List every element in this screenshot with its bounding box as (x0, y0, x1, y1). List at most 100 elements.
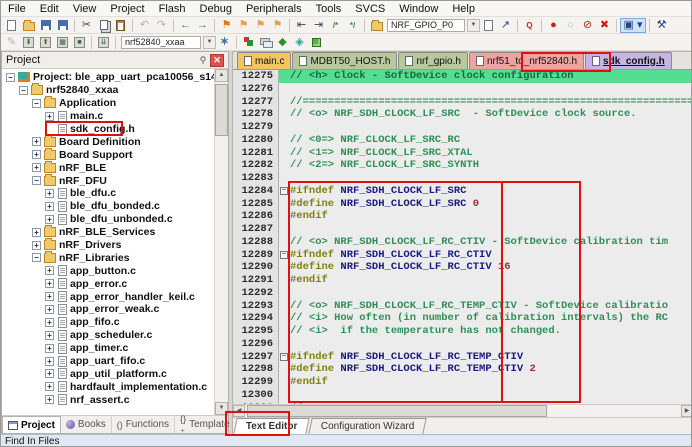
clear-bookmarks-button[interactable]: ⚑ (269, 18, 286, 33)
collapse-icon[interactable]: − (32, 253, 41, 262)
copy-button[interactable] (95, 18, 112, 33)
menu-project[interactable]: Project (103, 1, 151, 17)
line-number[interactable]: 12280 (233, 134, 279, 147)
target-select-combo[interactable]: nrf52840_xxaa (121, 36, 201, 49)
code-line-12287[interactable]: 12287 (233, 223, 692, 236)
code-line-12297[interactable]: 12297−#ifndef NRF_SDH_CLOCK_LF_RC_TEMP_C… (233, 351, 692, 364)
navigate-back-button[interactable]: ← (177, 18, 194, 33)
tree-item-project-ble-app-uart-pca10056-s140[interactable]: −Project: ble_app_uart_pca10056_s140 (2, 71, 214, 84)
editor-mode-tab-configuration-wizard[interactable]: Configuration Wizard (309, 418, 428, 434)
find-in-files-dialog-button[interactable]: Q (521, 18, 538, 33)
editor-tab-mdbt50-host-h[interactable]: MDBT50_HOST.h (292, 52, 397, 69)
find-in-files-button[interactable] (368, 18, 385, 33)
code-line-12292[interactable]: 12292 (233, 287, 692, 300)
collapse-icon[interactable]: − (32, 99, 41, 108)
code-line-12285[interactable]: 12285#define NRF_SDH_CLOCK_LF_SRC 0 (233, 198, 692, 211)
tree-item-nrf-libraries[interactable]: −nRF_Libraries (2, 251, 214, 264)
tree-item-main-c[interactable]: +main.c (2, 110, 214, 123)
kill-all-breakpoints-button[interactable]: ✖ (596, 18, 613, 33)
line-number[interactable]: 12281 (233, 147, 279, 160)
expand-icon[interactable]: + (32, 150, 41, 159)
unindent-button[interactable]: ⇤ (293, 18, 310, 33)
expand-icon[interactable]: + (45, 215, 54, 224)
code-line-12289[interactable]: 12289−#ifndef NRF_SDH_CLOCK_LF_RC_CTIV (233, 249, 692, 262)
fold-collapse-icon[interactable]: − (280, 353, 288, 361)
next-bookmark-button[interactable]: ⚑ (252, 18, 269, 33)
tree-item-app-timer-c[interactable]: +app_timer.c (2, 342, 214, 355)
tree-item-ble-dfu-c[interactable]: +ble_dfu.c (2, 187, 214, 200)
line-number[interactable]: 12295 (233, 325, 279, 338)
fold-collapse-icon[interactable]: − (280, 251, 288, 259)
tree-item-nrf-assert-c[interactable]: +nrf_assert.c (2, 393, 214, 406)
code-line-12275[interactable]: 12275// <h> Clock - SoftDevice clock con… (233, 70, 692, 83)
tree-item-app-scheduler-c[interactable]: +app_scheduler.c (2, 329, 214, 342)
build-button[interactable]: ⬇ (20, 35, 37, 50)
expand-icon[interactable]: + (32, 163, 41, 172)
line-number[interactable]: 12279 (233, 121, 279, 134)
code-line-12290[interactable]: 12290#define NRF_SDH_CLOCK_LF_RC_CTIV 16 (233, 261, 692, 274)
indent-button[interactable]: ⇥ (310, 18, 327, 33)
menu-edit[interactable]: Edit (33, 1, 66, 17)
panel-tab-books[interactable]: Books (61, 416, 112, 433)
collapse-icon[interactable]: − (32, 176, 41, 185)
code-line-12280[interactable]: 12280// <0=> NRF_CLOCK_LF_SRC_RC (233, 134, 692, 147)
paste-button[interactable] (112, 18, 129, 33)
project-tree-scrollbar[interactable]: ▲ ▼ (214, 69, 228, 415)
cut-button[interactable]: ✂ (78, 18, 95, 33)
line-number[interactable]: 12291 (233, 274, 279, 287)
search-document-button[interactable] (480, 18, 497, 33)
line-number[interactable]: 12283 (233, 172, 279, 185)
expand-icon[interactable]: + (32, 137, 41, 146)
line-number[interactable]: 12294 (233, 312, 279, 325)
menu-svcs[interactable]: SVCS (348, 1, 392, 17)
menu-help[interactable]: Help (445, 1, 482, 17)
code-line-12296[interactable]: 12296 (233, 338, 692, 351)
redo-button[interactable]: ↷ (153, 18, 170, 33)
line-number[interactable]: 12292 (233, 287, 279, 300)
code-line-12284[interactable]: 12284−#ifndef NRF_SDH_CLOCK_LF_SRC (233, 185, 692, 198)
code-line-12299[interactable]: 12299#endif (233, 376, 692, 389)
editor-tab-nrf51-to-nrf52840-h[interactable]: nrf51_to_nrf52840.h (469, 52, 584, 69)
previous-bookmark-button[interactable]: ⚑ (235, 18, 252, 33)
code-line-12291[interactable]: 12291#endif (233, 274, 692, 287)
uncomment-selection-button[interactable]: */ (344, 18, 361, 33)
undo-button[interactable]: ↶ (136, 18, 153, 33)
line-number[interactable]: 12284 (233, 185, 279, 198)
tree-item-nrf-ble[interactable]: +nRF_BLE (2, 161, 214, 174)
fold-collapse-icon[interactable]: − (280, 187, 288, 195)
expand-icon[interactable]: + (45, 382, 54, 391)
menu-view[interactable]: View (66, 1, 104, 17)
line-number[interactable]: 12287 (233, 223, 279, 236)
tree-item-sdk-config-h[interactable]: −sdk_config.h (2, 123, 214, 136)
expand-icon[interactable]: + (45, 357, 54, 366)
pin-icon[interactable]: ⚲ (196, 54, 210, 67)
editor-tab-nrf-gpio-h[interactable]: nrf_gpio.h (398, 52, 467, 69)
tree-item-application[interactable]: −Application (2, 97, 214, 110)
line-number[interactable]: 12300 (233, 389, 279, 402)
menu-peripherals[interactable]: Peripherals (239, 1, 309, 17)
batch-build-button[interactable]: ▦ (54, 35, 71, 50)
open-file-button[interactable] (20, 18, 37, 33)
editor-horizontal-scrollbar[interactable]: ◀ ▶ (233, 404, 692, 417)
code-line-12294[interactable]: 12294// <i> How often (in number of cali… (233, 312, 692, 325)
save-all-button[interactable] (54, 18, 71, 33)
code-line-12288[interactable]: 12288// <o> NRF_SDH_CLOCK_LF_RC_CTIV - S… (233, 236, 692, 249)
line-number[interactable]: 12285 (233, 198, 279, 211)
comment-selection-button[interactable]: /* (327, 18, 344, 33)
pack-installer-button[interactable] (308, 35, 325, 50)
code-line-12283[interactable]: 12283 (233, 172, 692, 185)
navigate-forward-button[interactable]: → (194, 18, 211, 33)
tree-item-nrf-ble-services[interactable]: +nRF_BLE_Services (2, 226, 214, 239)
disable-all-breakpoints-button[interactable]: ⊘ (579, 18, 596, 33)
expand-icon[interactable]: + (32, 228, 41, 237)
tree-item-app-button-c[interactable]: +app_button.c (2, 264, 214, 277)
code-line-12282[interactable]: 12282// <2=> NRF_CLOCK_LF_SRC_SYNTH (233, 159, 692, 172)
tree-item-app-error-weak-c[interactable]: +app_error_weak.c (2, 303, 214, 316)
menu-debug[interactable]: Debug (193, 1, 239, 17)
expand-icon[interactable]: + (45, 292, 54, 301)
line-number[interactable]: 12286 (233, 210, 279, 223)
stop-build-button[interactable]: ■ (71, 35, 88, 50)
menu-file[interactable]: File (1, 1, 33, 17)
code-line-12295[interactable]: 12295// <i> if the temperature has not c… (233, 325, 692, 338)
code-line-12278[interactable]: 12278// <o> NRF_SDH_CLOCK_LF_SRC - SoftD… (233, 108, 692, 121)
